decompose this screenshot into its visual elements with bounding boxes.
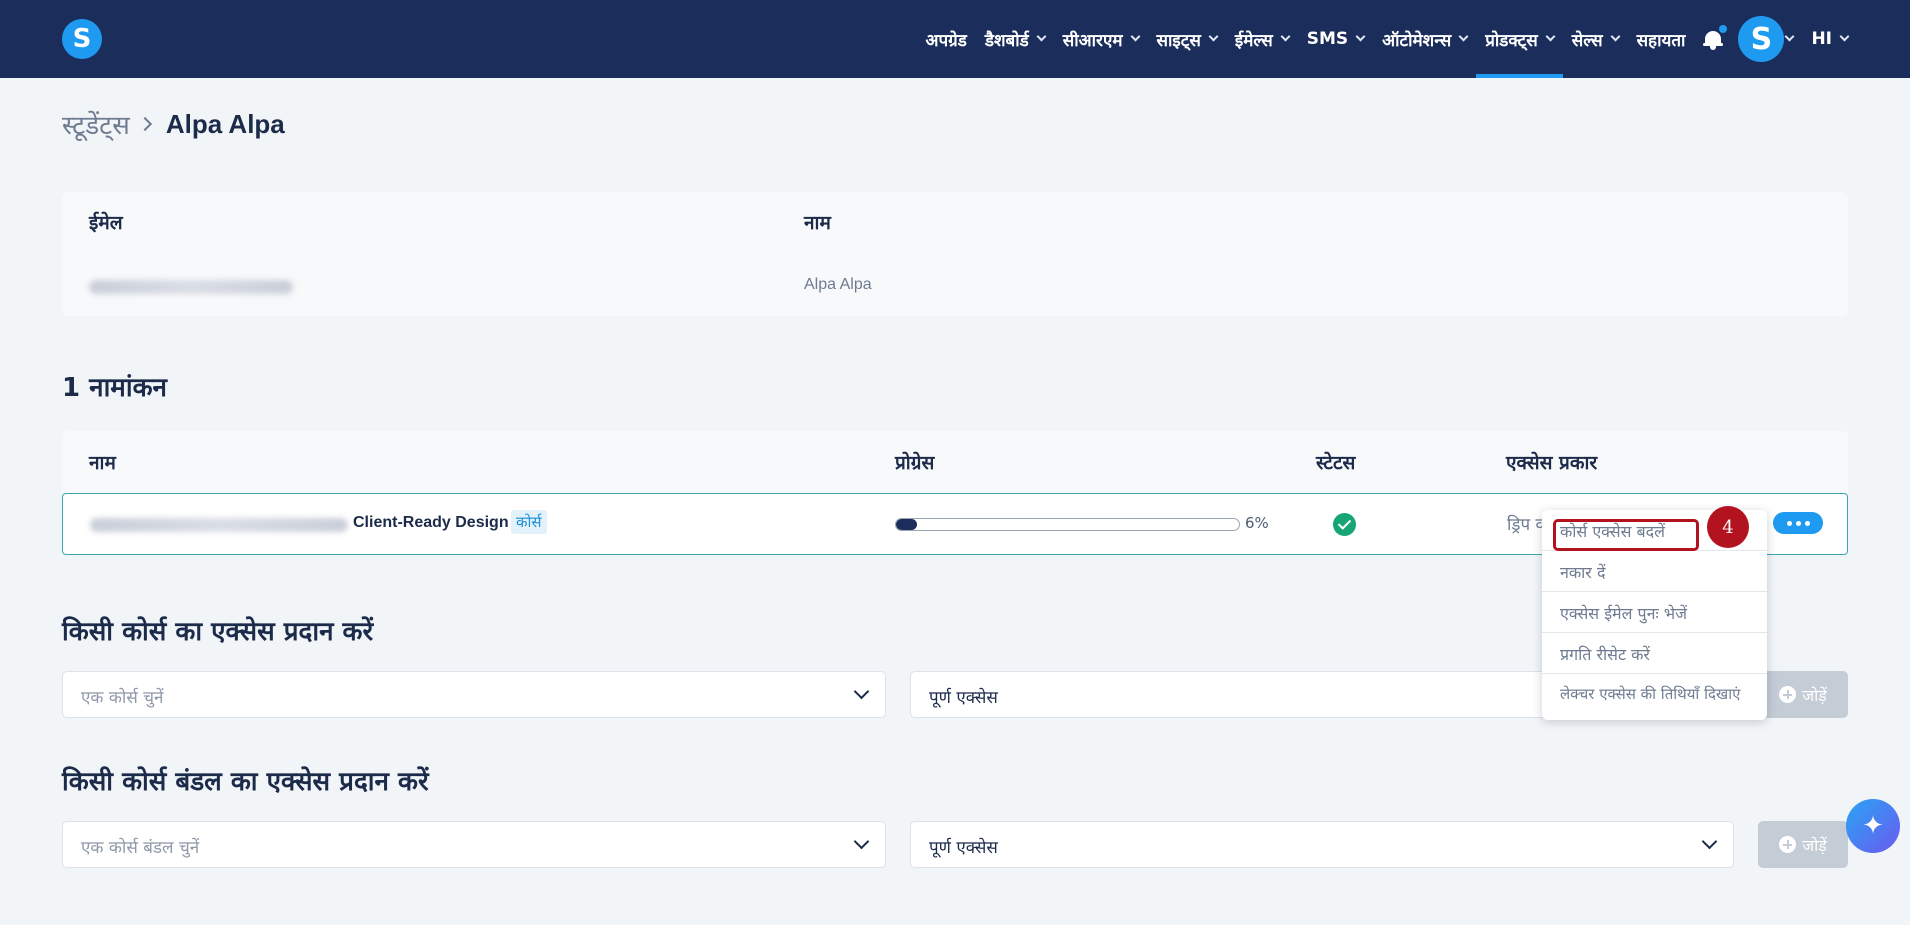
chevron-down-icon bbox=[1208, 31, 1219, 42]
add-course-label: जोड़ें bbox=[1802, 685, 1827, 705]
step-highlight-box bbox=[1553, 519, 1699, 551]
nav-item-sms[interactable]: SMS bbox=[1298, 0, 1373, 78]
nav-label: सीआरएम bbox=[1062, 30, 1123, 51]
dot bbox=[1804, 520, 1810, 526]
nav-item-dashboard[interactable]: डैशबोर्ड bbox=[976, 0, 1054, 78]
chevron-down-icon bbox=[1280, 31, 1291, 42]
nav-label: SMS bbox=[1306, 29, 1349, 49]
course-select[interactable]: एक कोर्स चुनें bbox=[62, 671, 886, 718]
language-switcher[interactable]: HI bbox=[1802, 0, 1850, 78]
check-circle-icon bbox=[1333, 513, 1356, 536]
enrollments-table-header: नाम प्रोग्रेस स्टेटस एक्सेस प्रकार bbox=[62, 431, 1848, 493]
nav-label: ऑटोमेशन्स bbox=[1382, 30, 1452, 51]
progress-bar bbox=[895, 518, 1240, 531]
bundle-access-type-value: पूर्ण एक्सेस bbox=[929, 838, 998, 858]
progress-percent: 6% bbox=[1245, 514, 1269, 532]
nav-label: प्रोडक्ट्स bbox=[1485, 30, 1538, 51]
enrollments-title: 1 नामांकन bbox=[62, 373, 167, 403]
language-label: HI bbox=[1811, 29, 1832, 49]
menu-item-resend-access-email[interactable]: एक्सेस ईमेल पुनः भेजें bbox=[1542, 592, 1767, 633]
menu-item-reset-progress[interactable]: प्रगति रीसेट करें bbox=[1542, 633, 1767, 674]
dot bbox=[1786, 520, 1792, 526]
course-type-badge: कोर्स bbox=[511, 510, 547, 534]
add-bundle-label: जोड़ें bbox=[1802, 835, 1827, 855]
logo[interactable]: S bbox=[62, 19, 102, 59]
column-header-status: स्टेटस bbox=[1316, 452, 1356, 474]
column-header-name: नाम bbox=[89, 452, 116, 474]
redacted-email bbox=[89, 280, 293, 294]
student-info-card: ईमेल नाम Alpa Alpa bbox=[62, 192, 1848, 316]
chevron-down-icon bbox=[1784, 31, 1795, 42]
avatar[interactable]: S bbox=[1738, 16, 1785, 62]
course-access-type-value: पूर्ण एक्सेस bbox=[929, 688, 998, 708]
main-nav: अपग्रेड डैशबोर्ड सीआरएम साइट्स ईमेल्स SM… bbox=[917, 0, 1850, 78]
nav-item-sites[interactable]: साइट्स bbox=[1148, 0, 1226, 78]
progress-bar-fill bbox=[896, 519, 917, 530]
nav-label: डैशबोर्ड bbox=[984, 30, 1029, 51]
bundle-select[interactable]: एक कोर्स बंडल चुनें bbox=[62, 821, 886, 868]
chevron-down-icon bbox=[1545, 31, 1556, 42]
breadcrumb-students-link[interactable]: स्टूडेंट्स bbox=[62, 106, 130, 142]
more-actions-button[interactable] bbox=[1773, 512, 1823, 534]
avatar-menu-toggle[interactable] bbox=[1784, 0, 1802, 78]
nav-item-crm[interactable]: सीआरएम bbox=[1054, 0, 1148, 78]
chevron-right-icon bbox=[137, 116, 152, 132]
bundle-access-type-select[interactable]: पूर्ण एक्सेस bbox=[910, 821, 1734, 868]
chevron-down-icon bbox=[853, 833, 870, 850]
nav-item-emails[interactable]: ईमेल्स bbox=[1226, 0, 1298, 78]
breadcrumb: स्टूडेंट्स Alpa Alpa bbox=[62, 106, 285, 142]
column-header-progress: प्रोग्रेस bbox=[895, 452, 935, 474]
nav-label: सहायता bbox=[1636, 30, 1686, 51]
bell-icon[interactable] bbox=[1702, 25, 1728, 50]
page-title: Alpa Alpa bbox=[165, 108, 285, 139]
notification-dot bbox=[1719, 25, 1728, 33]
name-header: नाम bbox=[804, 212, 831, 234]
top-navbar: S अपग्रेड डैशबोर्ड सीआरएम साइट्स ईमेल्स … bbox=[0, 0, 1910, 78]
add-course-button[interactable]: जोड़ें bbox=[1758, 671, 1848, 718]
chevron-down-icon bbox=[1355, 31, 1366, 42]
grant-course-title: किसी कोर्स का एक्सेस प्रदान करें bbox=[62, 617, 374, 647]
nav-item-help[interactable]: सहायता bbox=[1628, 0, 1695, 78]
chevron-down-icon bbox=[853, 683, 870, 700]
nav-label: सेल्स bbox=[1571, 30, 1603, 51]
chevron-down-icon bbox=[1130, 31, 1140, 42]
chevron-down-icon bbox=[1839, 31, 1850, 42]
chevron-down-icon bbox=[1610, 31, 1621, 42]
grant-bundle-title: किसी कोर्स बंडल का एक्सेस प्रदान करें bbox=[62, 767, 429, 797]
redacted-course-title bbox=[90, 518, 348, 532]
course-title[interactable]: Client-Ready Design bbox=[353, 514, 509, 532]
nav-item-upgrade[interactable]: अपग्रेड bbox=[917, 0, 976, 78]
nav-item-sales[interactable]: सेल्स bbox=[1563, 0, 1628, 78]
dot bbox=[1795, 520, 1801, 526]
step-number-badge: 4 bbox=[1707, 506, 1749, 548]
nav-item-products[interactable]: प्रोडक्ट्स bbox=[1476, 0, 1563, 78]
chevron-down-icon bbox=[1036, 31, 1047, 42]
bundle-select-placeholder: एक कोर्स बंडल चुनें bbox=[81, 838, 200, 858]
avatar-letter: S bbox=[1750, 21, 1773, 57]
logo-letter: S bbox=[72, 24, 92, 54]
chevron-down-icon bbox=[1458, 31, 1469, 42]
course-select-placeholder: एक कोर्स चुनें bbox=[81, 688, 164, 708]
menu-item-revoke[interactable]: नकार दें bbox=[1542, 551, 1767, 592]
nav-label: साइट्स bbox=[1156, 30, 1201, 51]
menu-item-show-lecture-access-dates[interactable]: लेक्चर एक्सेस की तिथियाँ दिखाएं bbox=[1542, 674, 1767, 715]
nav-label: अपग्रेड bbox=[925, 30, 967, 51]
student-name-value: Alpa Alpa bbox=[804, 276, 872, 293]
chevron-down-icon bbox=[1701, 833, 1718, 850]
plus-circle-icon bbox=[1779, 686, 1797, 703]
add-bundle-button[interactable]: जोड़ें bbox=[1758, 821, 1848, 868]
nav-label: ईमेल्स bbox=[1234, 30, 1273, 51]
column-header-access-type: एक्सेस प्रकार bbox=[1506, 452, 1598, 474]
plus-circle-icon bbox=[1779, 836, 1797, 853]
nav-item-automations[interactable]: ऑटोमेशन्स bbox=[1373, 0, 1476, 78]
email-header: ईमेल bbox=[89, 212, 123, 234]
sparkle-icon[interactable]: ✦ bbox=[1846, 799, 1900, 853]
